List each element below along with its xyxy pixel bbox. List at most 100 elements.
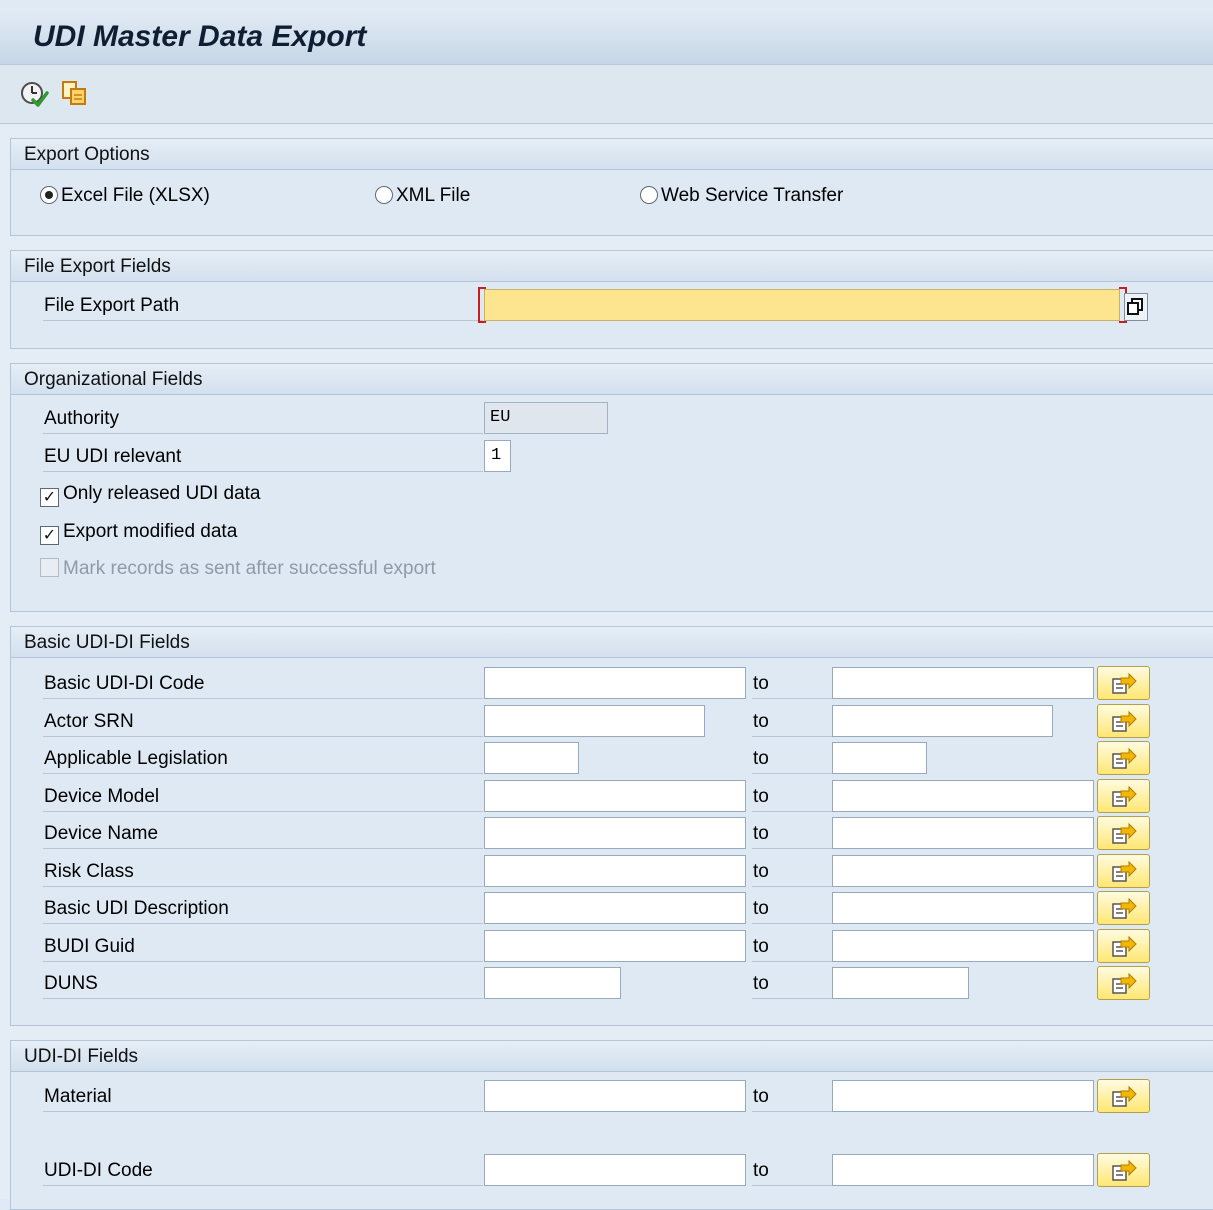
applicable-legislation-from-input[interactable] (484, 742, 579, 774)
material-label: Material (43, 1082, 483, 1112)
device-name-from-input[interactable] (484, 817, 746, 849)
risk-class-to-input[interactable] (832, 855, 1094, 887)
authority-label: Authority (43, 404, 483, 434)
duns-label: DUNS (43, 969, 483, 999)
basic-udi-di-code-from-input[interactable] (484, 667, 746, 699)
checkbox-box[interactable]: ✓ (40, 488, 59, 507)
group-header: Basic UDI-DI Fields (11, 627, 1213, 658)
radio-xml-file[interactable]: XML File (375, 183, 470, 209)
title-bar: UDI Master Data Export (0, 8, 1213, 65)
device-model-label: Device Model (43, 782, 483, 812)
multiple-selection-arrow-icon (1112, 1159, 1137, 1181)
multiple-selection-button[interactable] (1097, 741, 1150, 775)
file-export-path-input[interactable] (484, 289, 1120, 321)
multiple-selection-button[interactable] (1097, 704, 1150, 738)
device-name-to-input[interactable] (832, 817, 1094, 849)
file-export-group: File Export Fields File Export Path (10, 250, 1213, 349)
execute-clock-icon[interactable] (19, 79, 49, 109)
to-label: to (752, 1156, 832, 1186)
group-title: Export Options (24, 144, 150, 165)
multiple-selection-arrow-icon (1112, 672, 1137, 694)
applicable-legislation-to-input[interactable] (832, 742, 927, 774)
basic-udi-description-from-input[interactable] (484, 892, 746, 924)
udi-di-code-label: UDI-DI Code (43, 1156, 483, 1186)
applicable-legislation-label: Applicable Legislation (43, 744, 483, 774)
authority-field: EU (484, 402, 608, 434)
to-label: to (752, 969, 832, 999)
group-header: File Export Fields (11, 251, 1213, 282)
udi-di-code-to-input[interactable] (832, 1154, 1094, 1186)
multiple-selection-arrow-icon (1112, 1085, 1137, 1107)
budi-guid-to-input[interactable] (832, 930, 1094, 962)
multiple-selection-button[interactable] (1097, 854, 1150, 888)
radio-excel-file[interactable]: Excel File (XLSX) (40, 183, 210, 209)
actor-srn-to-input[interactable] (832, 705, 1053, 737)
value-help-button[interactable] (1124, 293, 1148, 321)
budi-guid-label: BUDI Guid (43, 932, 483, 962)
to-label: to (752, 857, 832, 887)
basic-udi-description-to-input[interactable] (832, 892, 1094, 924)
udi-di-code-from-input[interactable] (484, 1154, 746, 1186)
to-label: to (752, 707, 832, 737)
multiple-selection-button[interactable] (1097, 1079, 1150, 1113)
multiple-selection-arrow-icon (1112, 747, 1137, 769)
multiple-selection-arrow-icon (1112, 785, 1137, 807)
main-content: Export Options Excel File (XLSX) XML Fil… (0, 124, 1213, 1210)
multiple-selection-arrow-icon (1112, 897, 1137, 919)
mark-records-sent-checkbox: Mark records as sent after successful ex… (40, 556, 436, 582)
basic-udi-di-code-label: Basic UDI-DI Code (43, 669, 483, 699)
only-released-udi-checkbox[interactable]: ✓ Only released UDI data (40, 481, 261, 507)
checkbox-label: Mark records as sent after successful ex… (63, 558, 436, 579)
duns-from-input[interactable] (484, 967, 621, 999)
material-from-input[interactable] (484, 1080, 746, 1112)
multiple-selection-button[interactable] (1097, 891, 1150, 925)
radio-button[interactable] (375, 186, 393, 204)
multiple-selection-button[interactable] (1097, 816, 1150, 850)
export-options-group: Export Options Excel File (XLSX) XML Fil… (10, 138, 1213, 236)
basic-udi-di-code-to-input[interactable] (832, 667, 1094, 699)
group-title: UDI-DI Fields (24, 1046, 139, 1067)
device-model-to-input[interactable] (832, 780, 1094, 812)
checkbox-label: Export modified data (63, 521, 238, 542)
risk-class-from-input[interactable] (484, 855, 746, 887)
application-toolbar (0, 65, 1213, 124)
device-name-label: Device Name (43, 819, 483, 849)
actor-srn-label: Actor SRN (43, 707, 483, 737)
to-label: to (752, 744, 832, 774)
group-header: Export Options (11, 139, 1213, 170)
group-header: UDI-DI Fields (11, 1041, 1213, 1072)
radio-button[interactable] (640, 186, 658, 204)
to-label: to (752, 894, 832, 924)
multiple-selection-button[interactable] (1097, 1153, 1150, 1187)
material-to-input[interactable] (832, 1080, 1094, 1112)
radio-web-service-transfer[interactable]: Web Service Transfer (640, 183, 843, 209)
export-modified-data-checkbox[interactable]: ✓ Export modified data (40, 519, 237, 545)
basic-udi-di-fields-group: Basic UDI-DI Fields Basic UDI-DI Code to… (10, 626, 1213, 1026)
duns-to-input[interactable] (832, 967, 969, 999)
risk-class-label: Risk Class (43, 857, 483, 887)
multiple-selection-arrow-icon (1112, 822, 1137, 844)
budi-guid-from-input[interactable] (484, 930, 746, 962)
to-label: to (752, 819, 832, 849)
checkbox-box[interactable]: ✓ (40, 526, 59, 545)
to-label: to (752, 932, 832, 962)
radio-button[interactable] (40, 186, 58, 204)
eu-udi-relevant-field[interactable]: 1 (484, 440, 511, 472)
actor-srn-from-input[interactable] (484, 705, 705, 737)
group-header: Organizational Fields (11, 364, 1213, 395)
device-model-from-input[interactable] (484, 780, 746, 812)
radio-label: Web Service Transfer (661, 185, 844, 206)
multiple-selection-arrow-icon (1112, 935, 1137, 957)
to-label: to (752, 669, 832, 699)
copy-icon (1127, 298, 1143, 315)
multiple-selection-button[interactable] (1097, 779, 1150, 813)
radio-label: Excel File (XLSX) (61, 185, 210, 206)
organizational-fields-group: Organizational Fields Authority EU EU UD… (10, 363, 1213, 612)
basic-udi-description-label: Basic UDI Description (43, 894, 483, 924)
udi-di-fields-group: UDI-DI Fields Material to UDI-DI Code to (10, 1040, 1213, 1210)
copy-variant-icon[interactable] (60, 79, 90, 109)
multiple-selection-button[interactable] (1097, 929, 1150, 963)
multiple-selection-button[interactable] (1097, 966, 1150, 1000)
multiple-selection-button[interactable] (1097, 666, 1150, 700)
group-title: File Export Fields (24, 256, 171, 277)
